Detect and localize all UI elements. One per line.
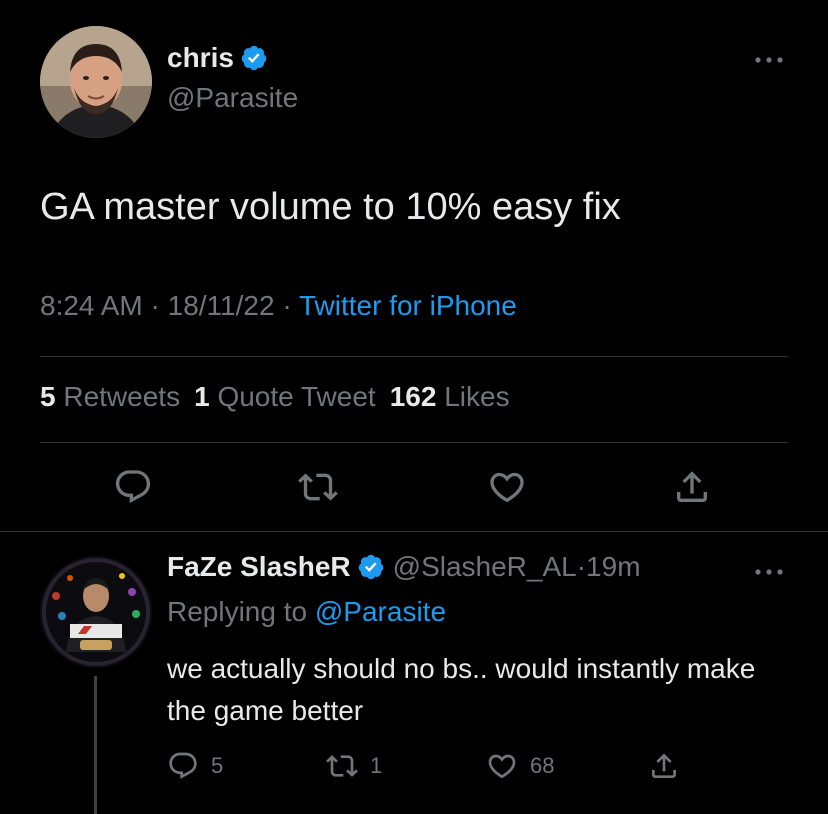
retweet-button[interactable] (298, 467, 338, 507)
divider (40, 356, 788, 357)
tweet-time[interactable]: 8:24 AM (40, 290, 143, 321)
avatar-photo (40, 26, 152, 138)
verified-badge-icon (358, 554, 383, 580)
replying-to-mention-link[interactable]: @Parasite (315, 596, 446, 627)
avatar-photo (40, 556, 152, 668)
tweet-date[interactable]: 18/11/22 (168, 290, 275, 321)
like-icon (488, 754, 516, 779)
divider (40, 442, 788, 443)
replying-to: Replying to @Parasite (167, 596, 447, 627)
reply-author-avatar[interactable] (40, 556, 152, 668)
reply-count: 5 (211, 753, 224, 778)
likes-stat[interactable]: 162 Likes (390, 381, 510, 412)
reply-author-row: FaZe SlasheR @SlasheR_AL · 19m (167, 551, 641, 583)
like-count: 68 (530, 753, 555, 778)
reply-time-separator: · (576, 551, 587, 582)
reply-icon (115, 470, 151, 504)
tweet-stats: 5 Retweets 1 Quote Tweet 162 Likes (40, 381, 510, 413)
meta-separator: · (274, 290, 299, 321)
more-dots-icon (755, 57, 783, 63)
quotes-stat[interactable]: 1 Quote Tweet (194, 381, 376, 412)
tweet-meta: 8:24 AM · 18/11/22 · Twitter for iPhone (40, 290, 517, 322)
reply-text: we actually should no bs.. would instant… (167, 653, 756, 726)
author-avatar[interactable] (40, 26, 152, 138)
reply-button[interactable] (113, 467, 153, 507)
author-handle[interactable]: @Parasite (167, 82, 298, 114)
more-dots-icon (755, 569, 783, 575)
reply-time-ago[interactable]: 19m (586, 551, 640, 583)
like-button[interactable] (487, 467, 527, 507)
meta-separator: · (142, 290, 168, 321)
retweet-icon (298, 473, 338, 501)
author-name-row[interactable]: chris (167, 42, 268, 74)
reply-author-display-name[interactable]: FaZe SlasheR (167, 551, 351, 583)
reply-author-handle[interactable]: @SlasheR_AL (393, 551, 577, 583)
more-options-button[interactable] (752, 46, 786, 74)
tweet-source-link[interactable]: Twitter for iPhone (299, 290, 517, 321)
reply-like-button[interactable]: 68 (486, 750, 554, 782)
retweet-count: 1 (370, 753, 383, 778)
like-icon (490, 472, 524, 503)
retweet-icon (326, 755, 358, 777)
reply-reply-button[interactable]: 5 (167, 750, 223, 782)
reply-retweet-button[interactable]: 1 (326, 750, 382, 782)
reply-icon (169, 752, 197, 779)
share-icon (677, 471, 707, 502)
share-icon (652, 753, 676, 778)
author-display-name[interactable]: chris (167, 42, 234, 74)
share-button[interactable] (672, 467, 712, 507)
divider (0, 531, 828, 532)
retweets-stat[interactable]: 5 Retweets (40, 381, 180, 412)
thread-line (94, 676, 97, 814)
reply-share-button[interactable] (648, 750, 692, 782)
verified-badge-icon (241, 45, 267, 71)
reply-more-options-button[interactable] (752, 558, 786, 586)
tweet-text: GA master volume to 10% easy fix (40, 186, 621, 228)
